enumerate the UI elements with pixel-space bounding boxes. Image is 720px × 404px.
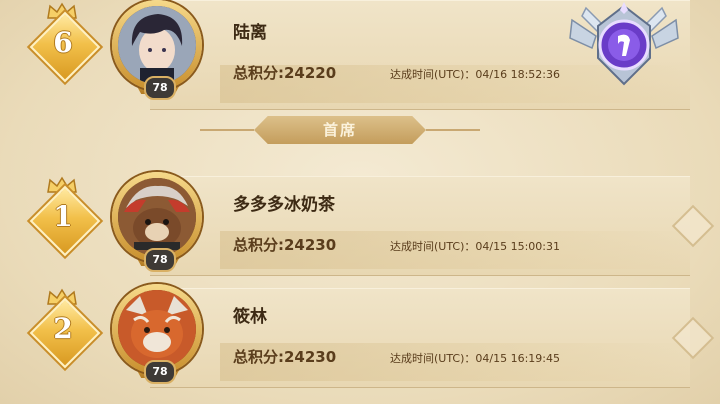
total-score: 总积分:24230 xyxy=(233,236,337,254)
total-score: 总积分:24220 xyxy=(233,64,337,82)
level-badge: 78 xyxy=(144,248,176,272)
rank-badge: 2 xyxy=(26,288,101,370)
rank-emblem-icon xyxy=(569,2,679,86)
player-name: 多多多冰奶茶 xyxy=(233,195,335,215)
entry-panel xyxy=(150,176,715,276)
rank-number: 6 xyxy=(53,26,73,59)
level-badge: 78 xyxy=(144,76,176,100)
avatar-portrait-red-beast xyxy=(118,290,196,368)
player-name: 筱林 xyxy=(233,307,267,327)
rank-number: 1 xyxy=(53,200,73,233)
level-badge: 78 xyxy=(144,360,176,384)
leaderboard-entry[interactable]: 1 78 多多多冰奶茶 总积分:24230 达成时间(UTC)：04/15 15… xyxy=(0,170,720,276)
entry-panel xyxy=(150,288,715,388)
section-label: 首席 xyxy=(254,116,426,144)
total-score: 总积分:24230 xyxy=(233,348,337,366)
avatar[interactable]: 78 xyxy=(108,284,208,384)
player-name: 陆离 xyxy=(233,23,267,43)
rank-number: 2 xyxy=(53,312,73,345)
leaderboard-entry[interactable]: 2 78 筱林 总积分:24230 达成时间(UTC)：04/15 16:19:… xyxy=(0,282,720,388)
avatar-portrait-dark-hair xyxy=(118,6,196,84)
avatar[interactable]: 78 xyxy=(108,172,208,272)
rank-badge: 6 xyxy=(26,2,101,84)
leaderboard-entry-self[interactable]: 6 78 陆离 总积分:24220 达成时间(UTC)：04/16 18:52:… xyxy=(0,0,720,110)
achieved-time: 达成时间(UTC)：04/16 18:52:36 xyxy=(390,68,560,81)
rank-badge: 1 xyxy=(26,176,101,258)
avatar[interactable]: 78 xyxy=(108,0,208,100)
achieved-time: 达成时间(UTC)：04/15 15:00:31 xyxy=(390,240,560,253)
achieved-time: 达成时间(UTC)：04/15 16:19:45 xyxy=(390,352,560,365)
avatar-portrait-bear xyxy=(118,178,196,256)
section-divider: 首席 xyxy=(0,116,720,144)
